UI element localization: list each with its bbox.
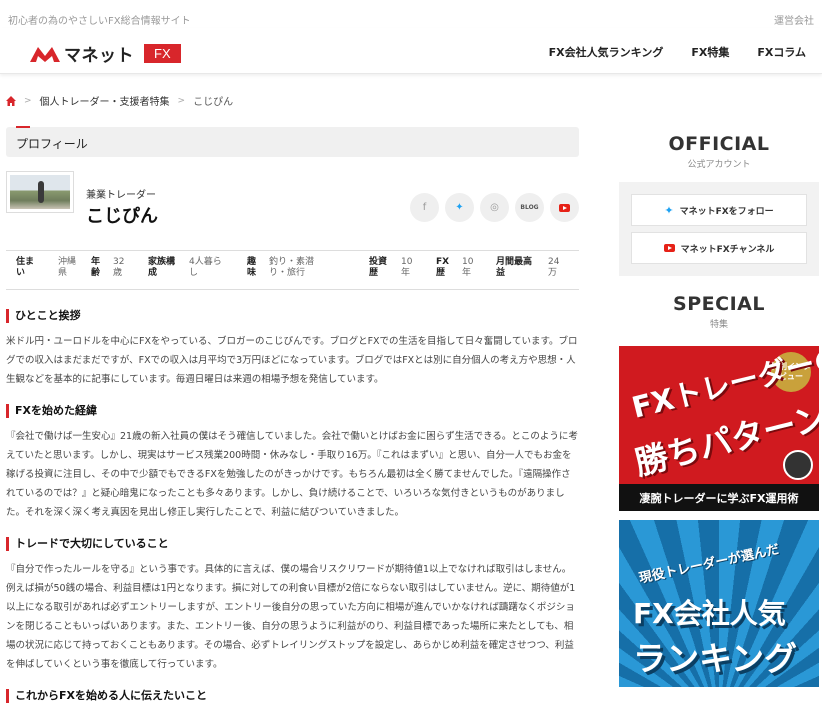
section-heading: ひとこと挨拶 <box>6 308 579 324</box>
facebook-icon[interactable]: f <box>410 193 439 222</box>
banner-winning-pattern[interactable]: 特別インタビュー FXトレーダーの 勝ちパターン 凄腕トレーダーに学ぶFX運用術 <box>619 346 819 511</box>
twitter-follow-label: マネットFXをフォロー <box>679 206 774 217</box>
nav-column[interactable]: FXコラム <box>757 44 806 60</box>
nav-ranking[interactable]: FX会社人気ランキング <box>549 44 664 60</box>
blog-link[interactable]: BLOG <box>515 193 544 222</box>
site-tagline: 初心者の為のやさしいFX総合情報サイト <box>8 16 191 27</box>
section-principles: トレードで大切にしていること 『自分で作ったルールを守る』という事です。具体的に… <box>6 536 579 674</box>
profile-section-label: プロフィール <box>16 137 88 151</box>
profile-header: 兼業トレーダー こじぴん f ✦ ◎ BLOG <box>6 157 579 247</box>
top-bar: 初心者の為のやさしいFX総合情報サイト 運営会社 <box>0 0 822 28</box>
profile-stats: 住まい 沖縄県 年齢 32歳 家族構成 4人暮らし 趣味 釣り・素潜り・旅行 投… <box>6 250 579 290</box>
twitter-follow-button[interactable]: ✦ マネットFXをフォロー <box>631 194 807 226</box>
avatar <box>6 171 74 213</box>
site-logo[interactable]: マネット FX <box>30 42 181 66</box>
profile-role: 兼業トレーダー <box>86 190 156 201</box>
banner2-line3: ランキング <box>633 639 798 678</box>
section-background: FXを始めた経緯 『会社で働けば一生安心』21歳の新入社員の僕はそう確信していま… <box>6 403 579 522</box>
logo-text: マネット <box>64 45 134 66</box>
sidebar: OFFICIAL 公式アカウント ✦ マネットFXをフォロー マネットFXチャン… <box>619 127 819 687</box>
youtube-icon[interactable] <box>550 193 579 222</box>
title-accent <box>16 126 30 128</box>
official-subtitle: 公式アカウント <box>687 160 751 170</box>
instagram-icon[interactable]: ◎ <box>480 193 509 222</box>
twitter-icon: ✦ <box>664 203 674 217</box>
section-body: 米ドル円・ユーロドルを中心にFXをやっている、ブロガーのこじぴんです。ブログとF… <box>6 336 578 385</box>
home-icon[interactable] <box>6 95 16 106</box>
follow-box: ✦ マネットFXをフォロー マネットFXチャンネル <box>619 182 819 276</box>
special-title: SPECIAL <box>673 293 765 315</box>
section-heading: これからFXを始める人に伝えたいこと <box>6 688 579 704</box>
main-content: プロフィール 兼業トレーダー こじぴん f ✦ ◎ BLOG 住まい 沖縄県 年… <box>6 126 579 704</box>
special-subtitle: 特集 <box>709 320 728 330</box>
banner1-strip: 凄腕トレーダーに学ぶFX運用術 <box>619 484 819 511</box>
main-nav: FX会社人気ランキング FX特集 FXコラム <box>549 44 806 60</box>
official-title: OFFICIAL <box>668 133 770 155</box>
breadcrumb-separator-icon: > <box>24 95 32 106</box>
section-heading: FXを始めた経緯 <box>6 403 579 419</box>
logo-mark-icon <box>30 47 60 62</box>
section-advice: これからFXを始める人に伝えたいこと <box>6 688 579 704</box>
youtube-channel-label: マネットFXチャンネル <box>680 244 775 255</box>
youtube-channel-button[interactable]: マネットFXチャンネル <box>631 232 807 264</box>
operator-link[interactable]: 運営会社 <box>774 12 814 27</box>
site-header: マネット FX FX会社人気ランキング FX特集 FXコラム <box>0 28 822 74</box>
social-links: f ✦ ◎ BLOG <box>410 193 579 222</box>
nav-feature[interactable]: FX特集 <box>691 44 729 60</box>
breadcrumb: > 個人トレーダー・支援者特集 > こじぴん <box>6 93 233 108</box>
trader-avatar <box>783 450 813 480</box>
youtube-icon <box>663 244 675 252</box>
breadcrumb-separator-icon: > <box>177 95 186 106</box>
logo-badge: FX <box>144 43 181 63</box>
twitter-icon[interactable]: ✦ <box>445 193 474 222</box>
profile-name: こじぴん <box>86 206 158 227</box>
section-body: 『会社で働けば一生安心』21歳の新入社員の僕はそう確信していました。会社で働いと… <box>6 431 578 518</box>
banner2-line2: FX会社人気 <box>633 597 786 630</box>
breadcrumb-item-current: こじぴん <box>193 97 234 108</box>
section-greeting: ひとこと挨拶 米ドル円・ユーロドルを中心にFXをやっている、ブロガーのこじぴんで… <box>6 308 579 389</box>
banner-ranking[interactable]: 現役トレーダーが選んだ FX会社人気 ランキング <box>619 520 819 687</box>
section-body: 『自分で作ったルールを守る』という事です。具体的に言えば、僕の場合リスクリワード… <box>6 564 576 670</box>
profile-section-title: プロフィール <box>6 126 579 157</box>
breadcrumb-item-special[interactable]: 個人トレーダー・支援者特集 <box>40 93 170 108</box>
section-heading: トレードで大切にしていること <box>6 536 579 552</box>
